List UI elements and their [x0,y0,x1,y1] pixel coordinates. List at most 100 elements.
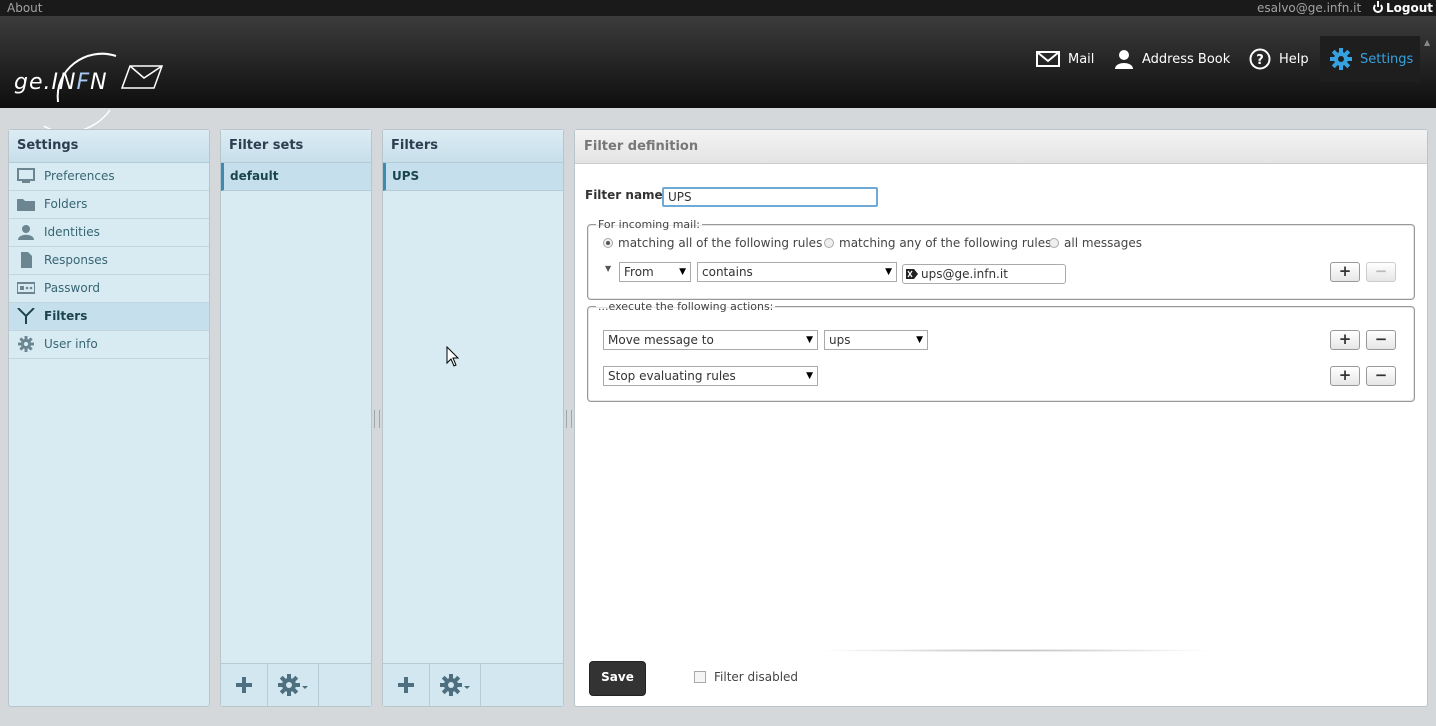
filters-title: Filters [383,130,563,163]
add-filter-set-button[interactable] [221,664,268,706]
rule-expand-icon[interactable]: ▼ [605,264,611,273]
envelope-logo-icon [120,65,164,89]
splitter-handle[interactable] [566,410,572,428]
password-icon [17,282,35,294]
action-type-select[interactable]: Move message to [603,330,818,350]
radio-label: all messages [1064,236,1143,250]
radio-all-messages[interactable]: all messages [1049,236,1142,250]
filter-name-label: Filter name: [585,188,668,202]
add-rule-button[interactable]: + [1330,262,1360,282]
filter-disabled-label: Filter disabled [714,670,799,684]
nav-help-label: Help [1279,51,1309,67]
remove-action-button[interactable]: − [1366,330,1396,350]
nav-address-book[interactable]: Address Book [1114,36,1234,82]
filter-name-input[interactable]: UPS [662,187,878,207]
collapse-arrow-icon[interactable]: ▲ [1424,38,1430,47]
folder-icon [17,199,35,211]
filter-sets-footer [221,663,371,706]
settings-item-filters[interactable]: Filters [9,303,209,331]
remove-action-button-2[interactable]: − [1366,366,1396,386]
logout-label: Logout [1386,1,1434,15]
header: ge.INFN Mail Address Book ? Help Setting… [0,16,1436,134]
save-button[interactable]: Save [589,661,646,696]
nav-address-book-label: Address Book [1142,51,1231,67]
top-line: About esalvo@ge.infn.it Logout [0,0,1436,16]
settings-item-label: Password [44,281,101,295]
remove-rule-button[interactable]: − [1366,262,1396,282]
settings-item-label: Responses [44,253,108,267]
gear-icon [1330,48,1352,70]
splitter-handle[interactable] [374,410,380,428]
username: esalvo@ge.infn.it [1257,1,1362,15]
gear-icon [18,336,34,352]
action-folder-select[interactable]: ups [824,330,928,350]
document-icon [21,252,32,268]
radio-dot [1049,238,1059,248]
settings-item-identities[interactable]: Identities [9,219,209,247]
svg-text:?: ? [1256,53,1264,68]
nav-mail-label: Mail [1068,51,1095,67]
filter-sets-title: Filter sets [221,130,371,163]
radio-label: matching any of the following rules [839,236,1052,250]
gear-menu-icon [278,674,308,696]
about-link[interactable]: About [7,0,42,16]
incoming-mail-fieldset: For incoming mail: [587,218,1415,300]
filter-sets-panel: Filter sets default [220,129,372,707]
rule-header-select[interactable]: From [619,262,691,282]
radio-dot [824,238,834,248]
filters-footer [383,663,563,706]
radio-match-all[interactable]: matching all of the following rules [603,236,822,250]
settings-item-folders[interactable]: Folders [9,191,209,219]
logo-text: ge.INFN [14,70,108,95]
filter-definition-panel: Filter definition Filter name: UPS For i… [574,129,1428,707]
settings-item-label: Filters [44,309,88,323]
settings-item-label: User info [44,337,98,351]
settings-item-user-info[interactable]: User info [9,331,209,359]
add-action-button-2[interactable]: + [1330,366,1360,386]
settings-panel: Settings Preferences Folders Identities … [8,129,210,707]
nav-settings-label: Settings [1360,51,1414,67]
add-filter-button[interactable] [383,664,430,706]
plus-icon [236,677,252,693]
nav-mail[interactable]: Mail [1036,36,1096,82]
filter-icon [17,308,35,324]
rule-operator-select[interactable]: contains [697,262,897,282]
filter-definition-title: Filter definition [575,130,1427,164]
rule-value-input[interactable]: ups@ge.infn.it [902,264,1066,284]
tag-icon [906,269,918,279]
filters-panel: Filters UPS [382,129,564,707]
settings-panel-title: Settings [9,130,209,163]
radio-dot [603,238,613,248]
footer-divider [815,649,1215,652]
action-type-select-2[interactable]: Stop evaluating rules [603,366,818,386]
filter-actions-button[interactable] [430,664,481,706]
actions-fieldset: ...execute the following actions: [587,300,1415,402]
mail-icon [1036,51,1060,67]
actions-legend: ...execute the following actions: [598,300,774,313]
filter-set-actions-button[interactable] [268,664,319,706]
nav-help[interactable]: ? Help [1249,36,1311,82]
radio-label: matching all of the following rules [618,236,823,250]
gear-menu-icon [440,674,470,696]
settings-item-responses[interactable]: Responses [9,247,209,275]
settings-item-password[interactable]: Password [9,275,209,303]
logout-button[interactable]: Logout [1373,0,1433,16]
mouse-cursor-icon [446,346,460,367]
filter-disabled-checkbox[interactable]: Filter disabled [694,670,798,684]
settings-item-label: Preferences [44,169,115,183]
radio-match-any[interactable]: matching any of the following rules [824,236,1051,250]
plus-icon [398,677,414,693]
help-icon: ? [1249,48,1271,70]
filter-set-item[interactable]: default [221,163,371,191]
nav-settings[interactable]: Settings [1320,36,1420,82]
settings-item-label: Folders [44,197,88,211]
rule-value-text: ups@ge.infn.it [921,267,1008,281]
filter-item[interactable]: UPS [383,163,563,191]
person-icon [1115,50,1133,69]
person-icon [18,225,34,240]
monitor-icon [17,168,35,183]
add-action-button[interactable]: + [1330,330,1360,350]
settings-item-preferences[interactable]: Preferences [9,163,209,191]
incoming-mail-legend: For incoming mail: [598,218,700,231]
settings-item-label: Identities [44,225,100,239]
